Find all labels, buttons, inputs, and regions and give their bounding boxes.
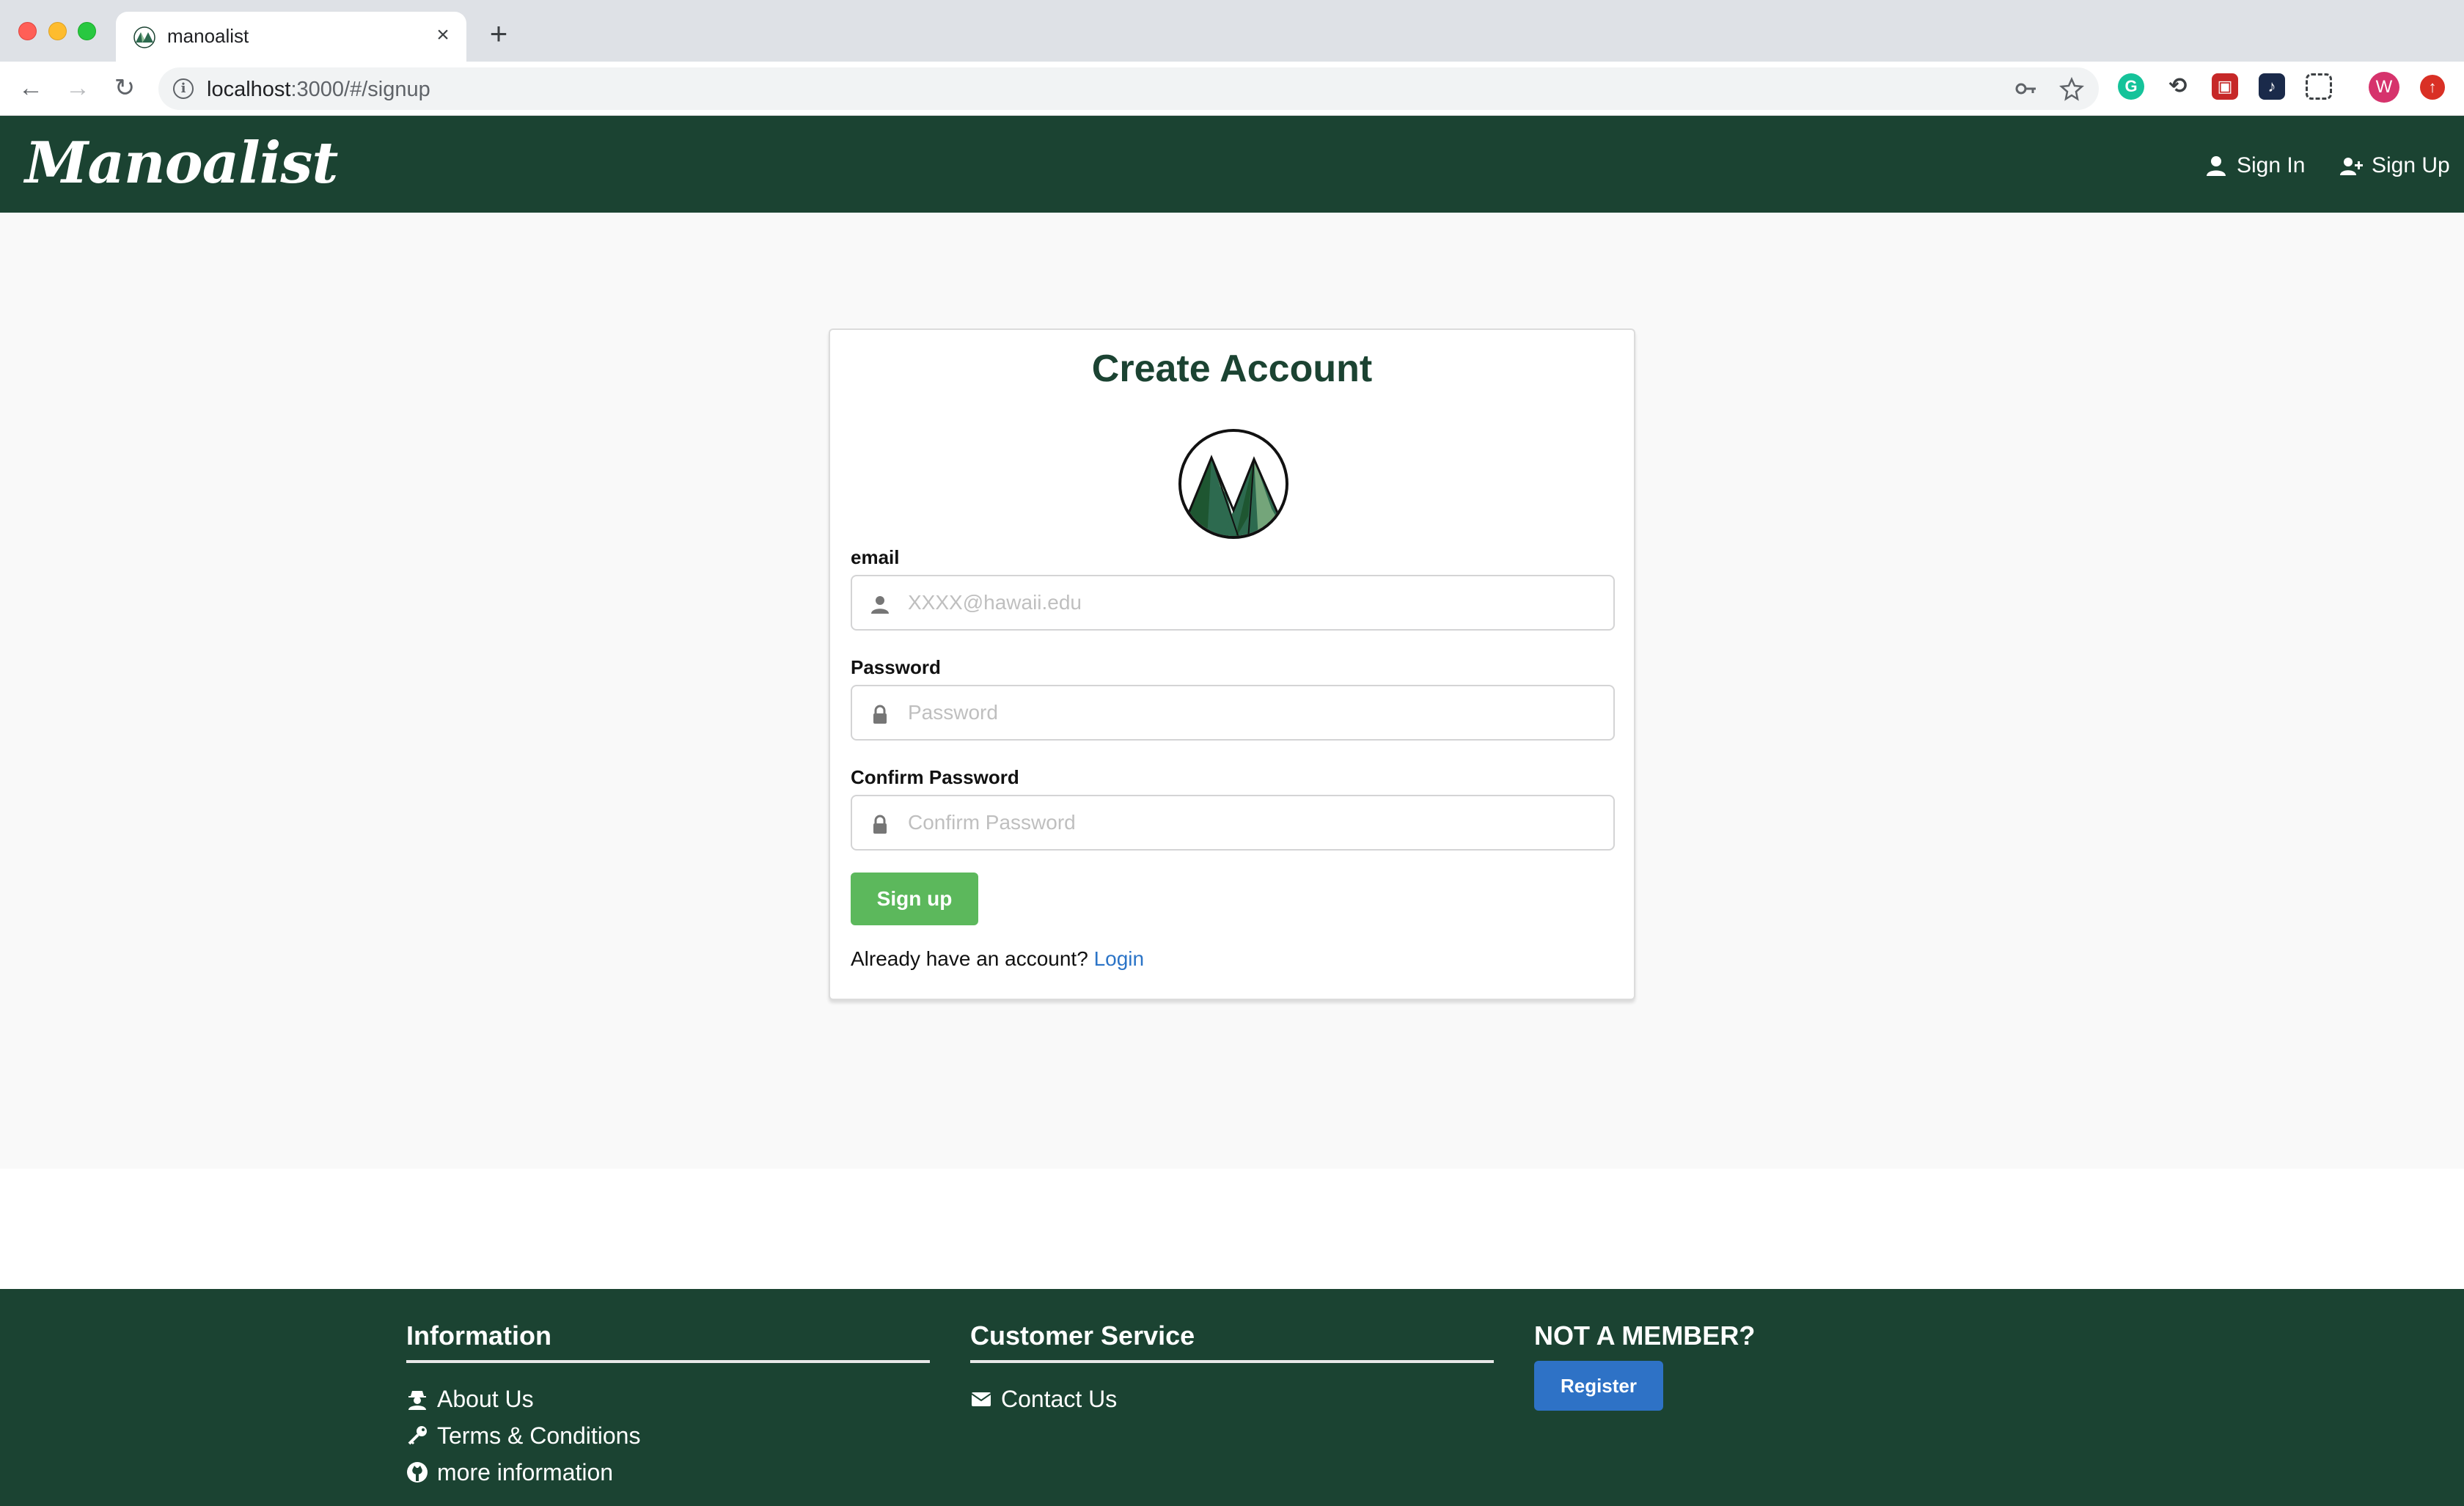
signup-link[interactable]: Sign Up (2339, 151, 2450, 180)
star-bookmark-icon[interactable] (2059, 76, 2084, 101)
confirm-password-input[interactable] (908, 796, 1605, 849)
about-us-label: About Us (437, 1386, 534, 1412)
tab-close-icon[interactable]: × (430, 22, 456, 48)
signin-link[interactable]: Sign In (2204, 151, 2305, 180)
page-title: Create Account (1091, 348, 1373, 390)
lock-icon (873, 705, 887, 724)
login-prompt-text: Already have an account? (851, 947, 1088, 970)
confirm-password-label: Confirm Password (851, 766, 1019, 788)
footer-divider (970, 1360, 1494, 1363)
back-arrow-icon[interactable]: ← (16, 73, 45, 103)
dark-extension-icon[interactable]: ♪ (2259, 73, 2285, 100)
email-field[interactable] (851, 575, 1615, 631)
envelope-icon (971, 1392, 991, 1406)
terms-label: Terms & Conditions (437, 1422, 641, 1449)
reload-icon[interactable]: ↻ (110, 73, 139, 103)
mountain-logo-icon (1178, 429, 1288, 539)
footer-customer-service-heading: Customer Service (970, 1320, 1195, 1351)
footer: Information About Us Terms & Conditions … (0, 1289, 2464, 1506)
signup-label: Sign Up (2372, 153, 2450, 177)
register-button[interactable]: Register (1534, 1361, 1663, 1411)
about-us-link[interactable]: About Us (406, 1384, 534, 1414)
update-icon[interactable]: ↑ (2420, 75, 2445, 100)
user-icon (2207, 156, 2226, 176)
browser-tab[interactable]: manoalist × (116, 12, 466, 62)
more-information-label: more information (437, 1459, 614, 1485)
footer-member-heading: NOT A MEMBER? (1534, 1320, 1756, 1351)
sync-extension-icon[interactable]: ⟲ (2165, 73, 2191, 100)
key-icon[interactable] (2014, 76, 2039, 101)
minimize-window-button[interactable] (48, 22, 67, 40)
red-extension-icon[interactable]: ▣ (2212, 73, 2238, 100)
mountain-favicon-icon (133, 26, 155, 48)
footer-divider (406, 1360, 930, 1363)
user-secret-icon (408, 1391, 426, 1410)
maximize-window-button[interactable] (78, 22, 96, 40)
lock-icon (873, 815, 887, 834)
browser-toolbar: ← → ↻ i localhost:3000/#/signup (0, 62, 2464, 116)
confirm-password-field[interactable] (851, 795, 1615, 851)
forward-arrow-icon[interactable]: → (63, 73, 92, 103)
terms-link[interactable]: Terms & Conditions (406, 1421, 640, 1450)
close-window-button[interactable] (18, 22, 37, 40)
more-information-link[interactable]: more information (406, 1458, 613, 1487)
password-input[interactable] (908, 686, 1605, 739)
profile-avatar[interactable]: W (2369, 72, 2399, 103)
user-icon (871, 596, 889, 614)
password-field[interactable] (851, 685, 1615, 741)
new-tab-button[interactable]: + (484, 18, 513, 49)
key-icon (408, 1426, 427, 1445)
email-input[interactable] (908, 576, 1605, 629)
github-icon (407, 1462, 428, 1483)
site-info-icon[interactable]: i (173, 78, 194, 99)
url-text[interactable]: localhost:3000/#/signup (207, 77, 430, 102)
app-navbar: Manoalist Sign In Sign Up (0, 116, 2464, 213)
screenshot-extension-icon[interactable] (2306, 73, 2332, 100)
brand-logo[interactable]: Manoalist (25, 131, 338, 196)
signup-card: Create Account email XXXX@hawaii.edu Pas… (829, 328, 1635, 1000)
login-link[interactable]: Login (1094, 947, 1145, 970)
contact-us-link[interactable]: Contact Us (970, 1384, 1117, 1414)
contact-us-label: Contact Us (1001, 1386, 1118, 1412)
login-prompt: Already have an account? Login (851, 946, 1144, 972)
signup-submit-button[interactable]: Sign up (851, 873, 978, 925)
user-plus-icon (2340, 158, 2363, 175)
url-path: :3000/#/signup (290, 78, 430, 101)
grammarly-extension-icon[interactable]: G (2118, 73, 2144, 100)
tab-title: manoalist (167, 25, 249, 47)
url-host: localhost (207, 78, 291, 101)
email-label: email (851, 546, 900, 568)
browser-tab-bar: manoalist × + (0, 0, 2464, 62)
address-bar[interactable]: i localhost:3000/#/signup (158, 67, 2099, 110)
main-content: Create Account email XXXX@hawaii.edu Pas… (0, 213, 2464, 1169)
footer-information-heading: Information (406, 1320, 551, 1351)
signin-label: Sign In (2237, 153, 2306, 177)
password-label: Password (851, 656, 941, 678)
